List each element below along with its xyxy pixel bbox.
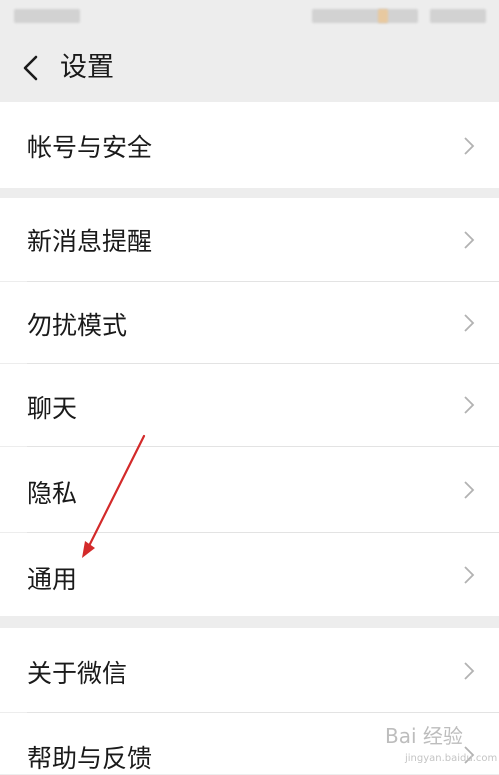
settings-item-do-not-disturb[interactable]: 勿扰模式 [0,282,499,363]
chevron-right-icon [464,137,475,155]
settings-item-general[interactable]: 通用 [0,533,499,616]
chevron-right-icon [464,396,475,414]
settings-item-chat[interactable]: 聊天 [0,364,499,446]
chevron-right-icon [464,662,475,680]
status-bar [0,0,499,32]
chevron-right-icon [464,314,475,332]
settings-item-label: 隐私 [27,479,78,508]
chevron-right-icon [464,566,475,584]
settings-item-label: 聊天 [27,394,78,423]
chevron-right-icon [464,481,475,499]
watermark: Bai 经验 [385,724,463,748]
watermark-url: jingyan.baidu.com [405,753,498,764]
settings-item-label: 勿扰模式 [27,311,128,340]
status-blur-left [14,9,80,23]
page-title: 设置 [60,52,114,83]
nav-bar: 设置 [0,32,499,102]
settings-item-label: 通用 [27,565,78,594]
settings-item-account-security[interactable]: 帐号与安全 [0,102,499,188]
settings-item-label: 帐号与安全 [27,133,153,162]
status-blur-middle [312,9,418,23]
settings-item-about[interactable]: 关于微信 [0,628,499,712]
settings-item-label: 帮助与反馈 [27,744,153,773]
settings-item-label: 新消息提醒 [27,227,153,256]
status-blur-dot [378,9,388,23]
settings-item-label: 关于微信 [27,659,128,688]
chevron-left-icon[interactable] [20,54,44,82]
settings-item-notifications[interactable]: 新消息提醒 [0,198,499,281]
status-blur-right [430,9,486,23]
settings-item-privacy[interactable]: 隐私 [0,447,499,532]
chevron-right-icon [464,231,475,249]
